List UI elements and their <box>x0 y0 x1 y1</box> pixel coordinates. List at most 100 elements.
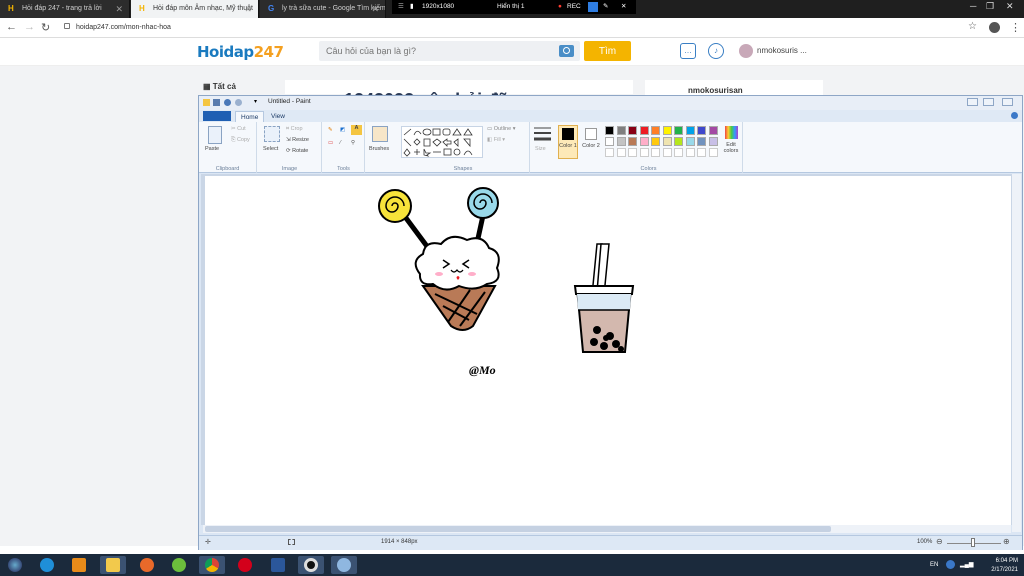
quick-access-dropdown-icon[interactable]: ▾ <box>254 98 257 105</box>
scroll-thumb[interactable] <box>205 526 831 532</box>
undo-icon[interactable] <box>224 99 231 106</box>
zoom-slider-thumb[interactable] <box>971 538 975 547</box>
text-icon[interactable]: A <box>351 125 362 135</box>
vertical-scrollbar[interactable] <box>1012 174 1021 532</box>
taskbar-opera[interactable] <box>232 556 258 574</box>
taskbar-ie[interactable] <box>34 556 60 574</box>
palette-swatch[interactable] <box>616 137 626 146</box>
fill-bucket-icon[interactable]: ◩ <box>340 127 345 133</box>
taskbar-media-player[interactable] <box>66 556 92 574</box>
category-all[interactable]: ▦ Tất cả <box>203 82 236 91</box>
palette-swatch[interactable] <box>674 126 683 135</box>
palette-swatch[interactable] <box>651 126 660 135</box>
url-field[interactable]: hoidap247.com/mon-nhac-hoa <box>58 20 978 36</box>
restore-icon[interactable]: ❐ <box>986 0 994 12</box>
user-name[interactable]: nmokosuris ... <box>757 46 807 55</box>
copy-button[interactable]: ⎘ Copy <box>231 137 250 144</box>
eraser-icon[interactable]: ▭ <box>328 140 333 146</box>
close-icon[interactable]: ✕ <box>244 0 252 18</box>
search-input[interactable] <box>319 41 549 61</box>
start-button[interactable] <box>2 556 28 574</box>
file-menu-button[interactable] <box>203 111 231 121</box>
forward-icon[interactable]: → <box>24 21 35 33</box>
drawing-canvas[interactable]: @Mo <box>205 176 1011 525</box>
palette-swatch[interactable] <box>708 126 718 135</box>
resize-button[interactable]: ⇲ Resize <box>286 137 309 143</box>
edit-colors-icon[interactable] <box>725 126 738 139</box>
palette-swatch-empty[interactable] <box>605 148 614 157</box>
minimize-icon[interactable]: ─ <box>970 0 976 12</box>
network-icon[interactable]: ▂▄▆ <box>960 561 973 568</box>
rotate-button[interactable]: ⟳ Rotate <box>286 148 308 154</box>
palette-swatch[interactable] <box>662 137 672 146</box>
crop-button[interactable]: ⌗ Crop <box>286 126 303 133</box>
palette-swatch[interactable] <box>697 126 706 135</box>
palette-swatch[interactable] <box>685 126 695 135</box>
zoom-out-icon[interactable]: ⊖ <box>936 537 943 546</box>
taskbar-chrome[interactable] <box>199 556 225 574</box>
palette-swatch-empty[interactable] <box>697 148 706 157</box>
palette-swatch-empty[interactable] <box>708 148 718 157</box>
palette-swatch[interactable] <box>685 137 695 146</box>
horizontal-scrollbar[interactable] <box>203 525 1011 533</box>
help-tray-icon[interactable] <box>946 560 955 569</box>
profile-avatar-icon[interactable] <box>989 22 1000 33</box>
paste-icon[interactable] <box>208 126 222 144</box>
palette-swatch[interactable] <box>628 126 637 135</box>
window-close-icon[interactable]: ✕ <box>1006 0 1014 12</box>
pencil-icon[interactable]: ✎ <box>328 127 333 133</box>
taskbar-firefox[interactable] <box>134 556 160 574</box>
help-icon[interactable] <box>1011 112 1018 119</box>
taskbar-recorder[interactable] <box>298 556 324 574</box>
palette-swatch[interactable] <box>616 126 626 135</box>
redo-icon[interactable] <box>235 99 242 106</box>
edit-colors-button[interactable]: Edit colors <box>721 142 741 154</box>
close-icon[interactable]: ✕ <box>371 0 379 18</box>
tab-music-art[interactable]: H Hỏi đáp môn Âm nhạc, Mỹ thuật ✕ <box>131 0 259 18</box>
fill-button[interactable]: ◧ Fill ▾ <box>487 137 505 143</box>
bell-icon[interactable]: ♪ <box>708 43 724 59</box>
rec-label[interactable]: REC <box>567 0 581 14</box>
camera-icon[interactable] <box>559 45 574 57</box>
browser-menu-icon[interactable]: ⋮ <box>1010 21 1021 34</box>
paint-maximize-icon[interactable] <box>983 98 994 106</box>
palette-swatch-empty[interactable] <box>628 148 637 157</box>
palette-swatch[interactable] <box>662 126 672 135</box>
tab-view[interactable]: View <box>266 111 290 122</box>
tab-google-search[interactable]: G ly trà sữa cute - Google Tìm kiếm ✕ <box>260 0 386 18</box>
color2-swatch[interactable] <box>585 128 597 140</box>
paste-button[interactable]: Paste <box>205 146 219 152</box>
back-icon[interactable]: ← <box>6 21 17 33</box>
palette-swatch-empty[interactable] <box>674 148 683 157</box>
clock-date[interactable]: 2/17/2021 <box>991 567 1018 573</box>
menu-icon[interactable]: ☰ <box>398 0 404 14</box>
cut-button[interactable]: ✂ Cut <box>231 126 246 132</box>
size-button[interactable]: Size <box>535 146 546 152</box>
palette-swatch[interactable] <box>639 126 649 135</box>
palette-swatch-empty[interactable] <box>662 148 672 157</box>
magnifier-icon[interactable]: ⚲ <box>351 140 355 146</box>
bookmark-star-icon[interactable]: ☆ <box>968 21 977 32</box>
paint-minimize-icon[interactable] <box>967 98 978 106</box>
taskbar-explorer[interactable] <box>100 556 126 574</box>
site-logo[interactable]: Hoidap247 <box>197 43 284 61</box>
color-picker-icon[interactable]: ⁄ <box>340 140 341 146</box>
palette-swatch[interactable] <box>697 137 706 146</box>
find-button[interactable]: Tìm <box>584 41 631 61</box>
palette-swatch[interactable] <box>674 137 683 146</box>
select-button[interactable]: Select <box>263 146 278 152</box>
tab-home[interactable]: Home <box>235 111 265 122</box>
palette-swatch-empty[interactable] <box>651 148 660 157</box>
taskbar-word[interactable] <box>265 556 291 574</box>
microphone-icon[interactable]: ▮ <box>410 0 414 14</box>
palette-swatch-empty[interactable] <box>616 148 626 157</box>
select-icon[interactable] <box>264 126 280 142</box>
brushes-button[interactable]: Brushes <box>369 146 389 152</box>
reload-icon[interactable]: ↻ <box>41 21 50 34</box>
close-icon[interactable]: ✕ <box>115 0 123 18</box>
size-icon[interactable] <box>531 125 554 147</box>
shapes-gallery[interactable] <box>401 126 483 158</box>
zoom-in-icon[interactable]: ⊕ <box>1003 537 1010 546</box>
outline-button[interactable]: ▭ Outline ▾ <box>487 126 515 132</box>
recorder-close-icon[interactable]: ✕ <box>621 0 626 14</box>
